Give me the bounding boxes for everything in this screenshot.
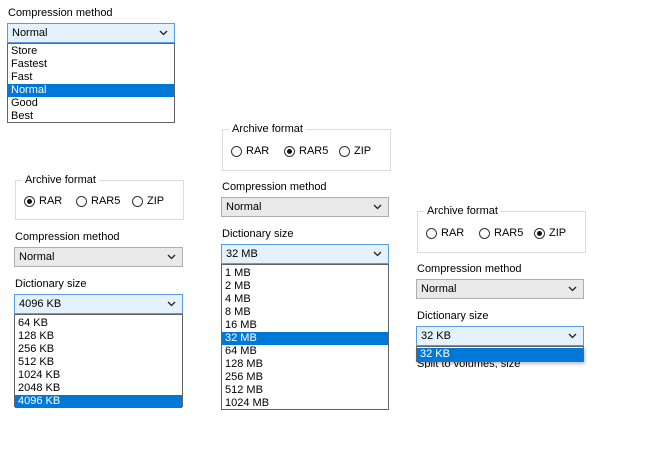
archive-format-label: Archive format bbox=[424, 205, 501, 218]
archive-format-group: Archive format RAR RAR5 ZIP bbox=[417, 205, 586, 253]
format-radio-rar5[interactable]: RAR5 bbox=[479, 227, 523, 239]
compression-method-value: Normal bbox=[421, 283, 457, 295]
compression-method-combo[interactable]: Normal bbox=[416, 279, 584, 299]
dictionary-size-list: 32 KB bbox=[416, 346, 584, 362]
radio-unselected-icon bbox=[479, 227, 490, 239]
panel-d: Archive format RAR RAR5 ZIP Compression … bbox=[0, 0, 660, 468]
dictionary-size-value: 32 KB bbox=[421, 330, 451, 342]
compression-method-label: Compression method bbox=[417, 263, 522, 275]
dictionary-size-label: Dictionary size bbox=[417, 310, 489, 322]
chevron-down-icon bbox=[568, 285, 577, 293]
format-radio-zip[interactable]: ZIP bbox=[534, 227, 566, 239]
format-rar5-label: RAR5 bbox=[494, 227, 524, 239]
dictionary-size-combo[interactable]: 32 KB bbox=[416, 326, 584, 346]
radio-selected-icon bbox=[534, 227, 545, 239]
dictionary-option-selected[interactable]: 32 KB bbox=[417, 348, 583, 361]
chevron-down-icon bbox=[568, 332, 577, 340]
format-zip-label: ZIP bbox=[549, 227, 567, 239]
radio-unselected-icon bbox=[426, 227, 437, 239]
format-radio-rar[interactable]: RAR bbox=[426, 227, 464, 239]
format-rar-label: RAR bbox=[441, 227, 465, 239]
